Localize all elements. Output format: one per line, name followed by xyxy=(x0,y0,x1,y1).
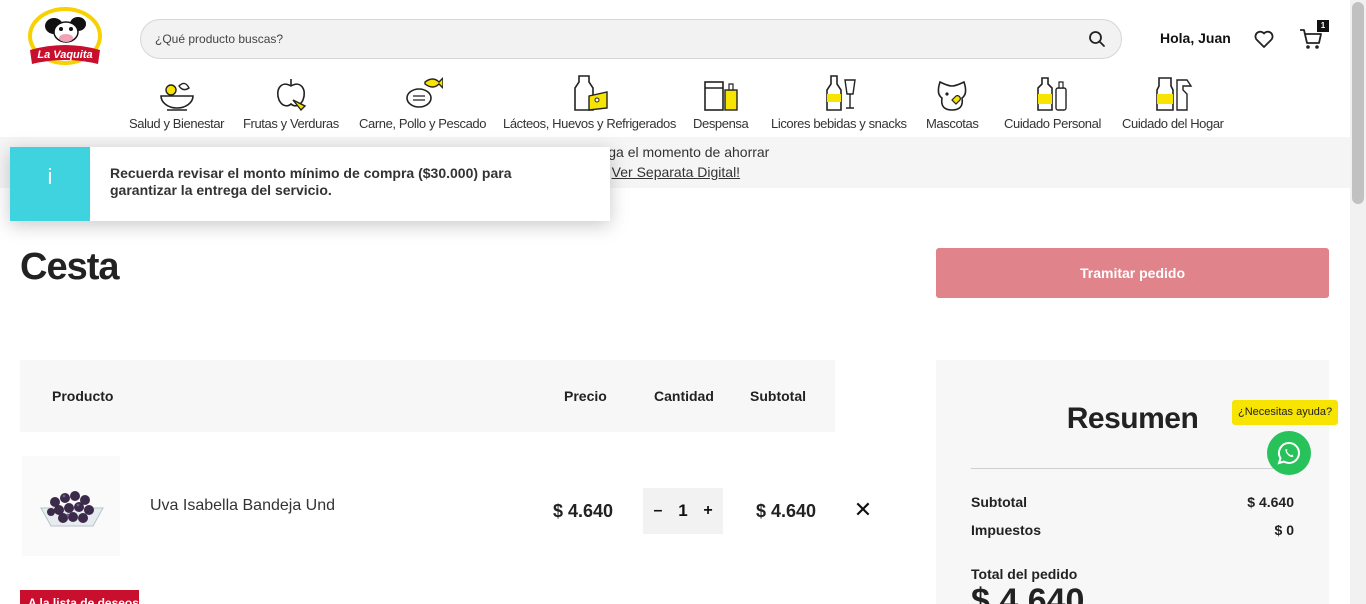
category-mascotas[interactable]: Mascotas xyxy=(926,74,979,131)
summary-subtotal-label: Subtotal xyxy=(971,494,1027,510)
summary-taxes-label: Impuestos xyxy=(971,522,1042,538)
summary-total-value: $ 4.640 xyxy=(971,582,1085,604)
whatsapp-chat-button[interactable] xyxy=(1267,431,1311,475)
summary-subtotal-value: $ 4.640 xyxy=(1247,494,1294,510)
remove-item-icon[interactable]: ✕ xyxy=(853,499,873,521)
category-frutas-y-verduras[interactable]: Frutas y Verduras xyxy=(243,74,339,131)
la-vaquita-logo[interactable]: La Vaquita xyxy=(26,6,104,70)
toast-message: Recuerda revisar el monto mínimo de comp… xyxy=(110,165,512,198)
bottle-glass-icon xyxy=(771,74,907,112)
summary-total-label: Total del pedido xyxy=(971,566,1078,582)
pantry-icon xyxy=(693,74,748,112)
summary-divider xyxy=(971,468,1294,469)
order-summary: Resumen Subtotal $ 4.640 Impuestos $ 0 T… xyxy=(936,360,1329,604)
category-despensa[interactable]: Despensa xyxy=(693,74,749,131)
search-icon[interactable] xyxy=(1087,29,1107,49)
category-label: Cuidado Personal xyxy=(1004,116,1101,131)
quantity-value[interactable]: 1 xyxy=(678,501,687,521)
user-greeting[interactable]: Hola, Juan xyxy=(1160,30,1231,46)
category-cuidado-del-hogar[interactable]: Cuidado del Hogar xyxy=(1122,74,1224,131)
category-label: Salud y Bienestar xyxy=(129,116,225,131)
cart-count-badge: 1 xyxy=(1317,20,1329,32)
category-cuidado-personal[interactable]: Cuidado Personal xyxy=(1004,74,1101,131)
category-label: Carne, Pollo y Pescado xyxy=(359,116,487,131)
category-label: Licores bebidas y snacks xyxy=(771,116,907,131)
summary-subtotal-row: Subtotal $ 4.640 xyxy=(971,494,1294,510)
increase-quantity-button[interactable]: + xyxy=(701,501,715,521)
category-label: Cuidado del Hogar xyxy=(1122,116,1224,131)
help-tooltip: ¿Necesitas ayuda? xyxy=(1232,400,1339,425)
cart-table-header: Producto Precio Cantidad Subtotal xyxy=(20,360,835,432)
whatsapp-icon xyxy=(1277,441,1300,465)
personal-care-icon xyxy=(1004,74,1101,112)
column-price: Precio xyxy=(564,388,607,404)
meat-fish-icon xyxy=(359,74,486,112)
add-to-wishlist-button[interactable]: A la lista de deseos xyxy=(20,590,139,604)
scrollbar-thumb[interactable] xyxy=(1352,2,1364,204)
logo-text: La Vaquita xyxy=(37,49,92,61)
product-price: $ 4.640 xyxy=(553,501,614,521)
info-icon: i xyxy=(10,147,90,221)
checkout-button[interactable]: Tramitar pedido xyxy=(936,248,1329,298)
wishlist-heart-icon[interactable] xyxy=(1253,28,1275,50)
product-name[interactable]: Uva Isabella Bandeja Und xyxy=(150,497,335,515)
category-label: Despensa xyxy=(693,116,749,131)
product-image[interactable] xyxy=(22,456,120,556)
home-care-icon xyxy=(1122,74,1224,112)
category-label: Lácteos, Huevos y Refrigerados xyxy=(503,116,676,131)
search-bar xyxy=(140,19,1122,59)
cart-page: La Vaquita Hola, Juan 1 Salud y Bienesta… xyxy=(0,0,1366,604)
summary-taxes-row: Impuestos $ 0 xyxy=(971,522,1294,538)
pet-icon xyxy=(926,74,978,112)
column-quantity: Cantidad xyxy=(654,388,714,404)
category-licores-bebidas-snacks[interactable]: Licores bebidas y snacks xyxy=(771,74,907,131)
milk-cheese-icon xyxy=(503,74,676,112)
minimum-purchase-toast: i Recuerda revisar el monto mínimo de co… xyxy=(10,147,610,221)
product-subtotal: $ 4.640 xyxy=(756,501,817,521)
category-label: Frutas y Verduras xyxy=(243,116,339,131)
column-subtotal: Subtotal xyxy=(750,388,806,404)
decrease-quantity-button[interactable]: – xyxy=(651,501,665,521)
category-salud-y-bienestar[interactable]: Salud y Bienestar xyxy=(129,74,224,131)
search-input[interactable] xyxy=(155,32,1087,46)
page-title: Cesta xyxy=(20,246,119,288)
digital-flyer-link[interactable]: ¡Ver Separata Digital! xyxy=(607,164,740,180)
apple-basket-icon xyxy=(243,74,339,112)
category-lacteos-huevos-refrigerados[interactable]: Lácteos, Huevos y Refrigerados xyxy=(503,74,676,131)
category-carne-pollo-pescado[interactable]: Carne, Pollo y Pescado xyxy=(359,74,486,131)
category-label: Mascotas xyxy=(926,116,979,131)
salad-bowl-icon xyxy=(129,74,224,112)
summary-taxes-value: $ 0 xyxy=(1274,522,1294,538)
column-product: Producto xyxy=(52,388,114,404)
quantity-stepper: – 1 + xyxy=(643,488,723,534)
